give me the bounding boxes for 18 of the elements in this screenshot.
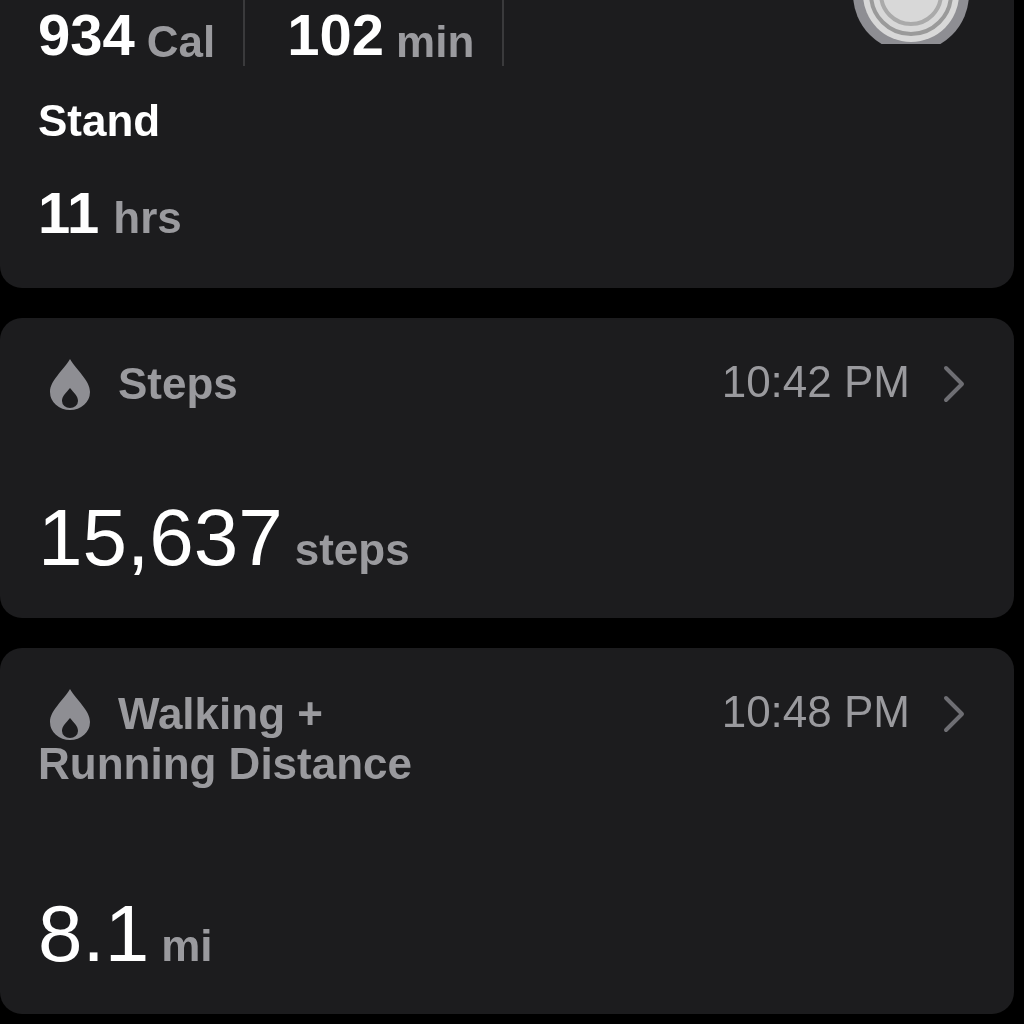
stat-value: 934 bbox=[38, 6, 135, 64]
metric-title: Walking + bbox=[118, 689, 323, 739]
stat-unit: min bbox=[396, 20, 475, 64]
stand-label: Stand bbox=[38, 96, 162, 146]
stand-unit: hrs bbox=[113, 196, 182, 240]
metric-unit: steps bbox=[294, 525, 410, 575]
metric-card[interactable]: Walking + Running Distance 10:48 PM 8.1 mi bbox=[0, 648, 1014, 1014]
metric-time: 10:48 PM bbox=[721, 688, 910, 737]
metric-card[interactable]: Steps 10:42 PM 15,637 steps bbox=[0, 318, 1014, 618]
metric-title: Steps bbox=[118, 359, 238, 409]
stat-unit: Cal bbox=[146, 20, 216, 64]
metric-time: 10:42 PM bbox=[721, 358, 910, 407]
metric-title: Running Distance bbox=[38, 740, 413, 789]
stand-value: 11 bbox=[38, 184, 100, 242]
metric-value: 15,637 bbox=[38, 498, 283, 578]
metric-unit: mi bbox=[161, 921, 213, 971]
stat-value: 102 bbox=[287, 6, 385, 64]
metric-value: 8.1 bbox=[38, 894, 150, 974]
